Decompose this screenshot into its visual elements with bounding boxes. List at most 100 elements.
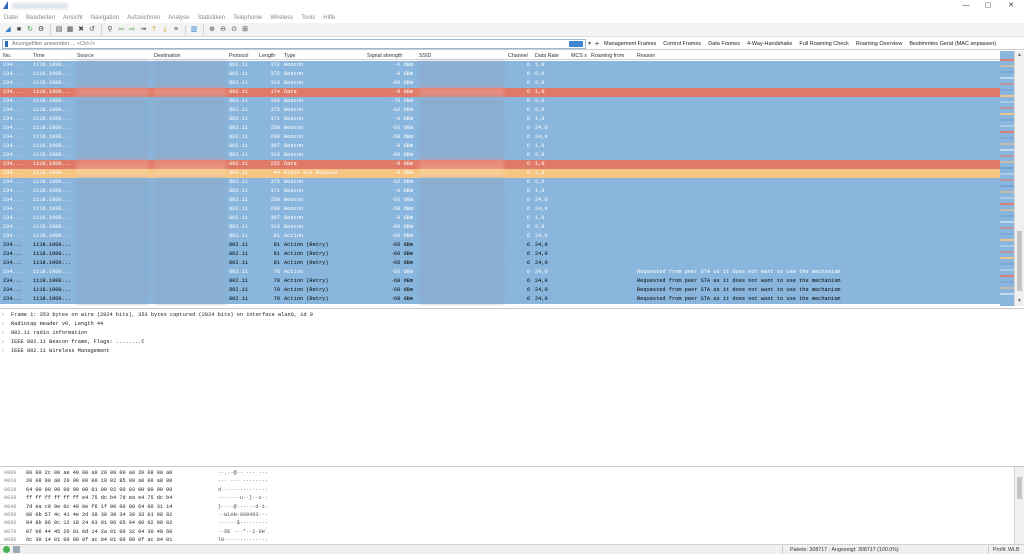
detail-tree-item[interactable]: › 802.11 radio information — [2, 329, 87, 338]
filter-button-control-frames[interactable]: Control Frames — [663, 41, 701, 47]
detail-tree-item[interactable]: › Radiotap Header v0, Length 44 — [2, 320, 103, 329]
bytes-scrollbar[interactable] — [1014, 467, 1024, 544]
packet-row[interactable]: 234... 1118.1000... 802.11 81 Action (Retry)… — [0, 250, 1000, 259]
add-filter-button[interactable]: + — [593, 39, 601, 49]
byte-ascii[interactable]: ··,··@·· ··· ··· — [218, 469, 268, 477]
close-button[interactable]: ✕ — [1003, 1, 1019, 11]
apply-filter-arrow-icon[interactable] — [569, 40, 583, 47]
close-file-icon[interactable]: ✖ — [76, 25, 86, 35]
bytes-scroll-thumb[interactable] — [1017, 477, 1022, 499]
packet-row[interactable]: 234... 1118.1000... 802.11 78 Action (Retry)… — [0, 277, 1000, 286]
expand-arrow-icon[interactable]: › — [2, 320, 11, 329]
packet-row[interactable]: 234... 1118.1000... 802.11 78 Action -66 dBm 6… — [0, 268, 1000, 277]
menu-datei[interactable]: Datei — [4, 15, 18, 21]
packet-list-scrollbar[interactable]: ▲ ▼ — [1014, 51, 1024, 306]
byte-ascii[interactable]: ······$········· — [218, 519, 268, 527]
menu-wireless[interactable]: Wireless — [270, 15, 293, 21]
packet-row[interactable]: 234... 1118.1000... 802.11 387 Beacon -0 dBm 6… — [0, 214, 1000, 223]
column-header-data-rate[interactable]: Data Rate — [535, 53, 569, 59]
column-header-channel[interactable]: Channel — [508, 53, 532, 59]
packet-row[interactable]: 234... 1118.1000... 802.11 371 Beacon -0 dBm 6… — [0, 187, 1000, 196]
byte-hex[interactable]: 00 0b 57 4c 41 4e 2d 39 30 38 34 39 33 0… — [26, 511, 172, 519]
capture-status-icon[interactable] — [3, 546, 10, 553]
column-header-no[interactable]: No. — [3, 53, 31, 59]
packet-row[interactable]: 234... 1118.1000... 802.11 375 Beacon -82 dBm… — [0, 178, 1000, 187]
options-gear-icon[interactable]: ⚙ — [36, 25, 46, 35]
zoom-in-icon[interactable]: ⊕ — [207, 25, 217, 35]
byte-ascii[interactable]: l0·············· — [218, 536, 268, 544]
packet-row[interactable]: 234... 1118.1000... 802.11 78 Action (Retry)… — [0, 286, 1000, 295]
column-header-ssid[interactable]: SSID — [419, 53, 504, 59]
go-to-packet-icon[interactable]: ⇥ — [138, 25, 148, 35]
profile-text[interactable]: Profil: WLB — [993, 547, 1020, 553]
stop-icon[interactable]: ■ — [14, 25, 24, 35]
column-header-signal-strength[interactable]: Signal strength — [367, 53, 415, 59]
packet-row[interactable]: 234... 1118.1000... 802.11 319 Beacon -66 dBm… — [0, 223, 1000, 232]
detail-tree-item[interactable]: › IEEE 802.11 Wireless Management — [2, 347, 110, 356]
filter-button-management-frames[interactable]: Management Frames — [604, 41, 656, 47]
expand-arrow-icon[interactable]: › — [2, 338, 11, 347]
filter-button-full-roaming-check[interactable]: Full Roaming Check — [799, 41, 849, 47]
byte-ascii[interactable]: ··DE ···*··2·0H` — [218, 528, 268, 536]
packet-row[interactable]: 234... 1118.1000... 802.11 371 Beacon -0 dBm 6… — [0, 115, 1000, 124]
byte-ascii[interactable]: ··· ··· ········ — [218, 477, 268, 485]
column-header-source[interactable]: Source — [77, 53, 152, 59]
resize-columns-icon[interactable]: ⊞ — [240, 25, 250, 35]
go-back-icon[interactable]: ⇦ — [116, 25, 126, 35]
packet-row[interactable]: 234... 1118.1000... 802.11 81 Action -66 dBm 6… — [0, 232, 1000, 241]
colorize-icon[interactable]: ▥ — [189, 25, 199, 35]
packet-row[interactable]: 234... 1118.1000... 802.11 375 Beacon -0 dBm 6… — [0, 70, 1000, 79]
byte-hex[interactable]: ff ff ff ff ff ff e4 75 dc b4 7d ea e4 7… — [26, 494, 172, 502]
detail-tree-item[interactable]: › Frame 1: 353 bytes on wire (2824 bits),… — [2, 311, 313, 320]
packet-row[interactable]: 234... 1118.1000... 802.11 328 Beacon -75 dBm… — [0, 97, 1000, 106]
column-header-time[interactable]: Time — [33, 53, 75, 59]
edit-comment-icon[interactable] — [13, 546, 20, 553]
column-header-reason[interactable]: Reason — [637, 53, 997, 59]
menu-aufzeichnen[interactable]: Aufzeichnen — [127, 15, 160, 21]
menu-navigation[interactable]: Navigation — [91, 15, 119, 21]
byte-hex[interactable]: 00 00 2c 00 ae 40 00 a0 20 08 00 a0 20 0… — [26, 469, 172, 477]
packet-minimap[interactable] — [1000, 51, 1014, 306]
column-header-mcs-x[interactable]: MCS x — [571, 53, 589, 59]
packet-row[interactable]: 234... 1118.1000... 802.11 81 Action (Retry)… — [0, 259, 1000, 268]
packet-row[interactable]: 234... 1118.1000... 802.11 319 Beacon -66 dBm… — [0, 79, 1000, 88]
packet-row[interactable]: 234... 1118.1000... 802.11 252 Data -0 dBm 6 1,… — [0, 160, 1000, 169]
byte-hex[interactable]: 20 08 00 a0 20 08 00 00 10 02 85 09 a0 0… — [26, 477, 172, 485]
expand-arrow-icon[interactable]: › — [2, 329, 11, 338]
autoscroll-icon[interactable]: ≡ — [171, 25, 181, 35]
column-header-length[interactable]: Length — [259, 53, 282, 59]
filter-button-4-way-handshake[interactable]: 4-Way-Handshake — [747, 41, 792, 47]
byte-hex[interactable]: 84 8b 96 0c 12 18 24 03 01 06 05 04 00 0… — [26, 519, 172, 527]
column-header-destination[interactable]: Destination — [154, 53, 227, 59]
byte-ascii[interactable]: ··WLAN-908493··· — [218, 511, 268, 519]
menu-hilfe[interactable]: Hilfe — [323, 15, 335, 21]
packet-row[interactable]: 234... 1118.1000... 802.11 78 Action (Retry)… — [0, 295, 1000, 304]
byte-hex[interactable]: 07 06 44 45 20 01 0d 14 2a 01 00 32 04 3… — [26, 528, 172, 536]
column-header-type[interactable]: Type — [284, 53, 364, 59]
packet-row[interactable]: 234... 1118.1000... 802.11 81 Action (Retry)… — [0, 241, 1000, 250]
reload-icon[interactable]: ↺ — [87, 25, 97, 35]
menu-bearbeiten[interactable]: Bearbeiten — [26, 15, 55, 21]
display-filter-input[interactable] — [12, 39, 567, 48]
packet-row[interactable]: 234... 1118.1000... 802.11 298 Beacon -68 dBm… — [0, 205, 1000, 214]
zoom-out-icon[interactable]: ⊖ — [218, 25, 228, 35]
menu-statistiken[interactable]: Statistiken — [197, 15, 225, 21]
byte-hex[interactable]: 6c 30 14 01 00 00 0f ac 04 01 00 00 0f a… — [26, 536, 172, 544]
zoom-reset-icon[interactable]: ⊙ — [229, 25, 239, 35]
go-forward-icon[interactable]: ⇨ — [127, 25, 137, 35]
packet-row[interactable]: 234... 1118.1000... 802.11 387 Beacon -0 dBm 6… — [0, 142, 1000, 151]
menu-analyse[interactable]: Analyse — [168, 15, 189, 21]
column-header-protocol[interactable]: Protocol — [229, 53, 257, 59]
byte-hex[interactable]: 64 00 00 00 00 00 00 01 00 02 00 03 00 0… — [26, 486, 172, 494]
packet-row[interactable]: 234... 1118.1000... 802.11 375 Beacon -82 dBm… — [0, 106, 1000, 115]
filter-history-dropdown[interactable]: ▾ — [586, 39, 593, 49]
expand-arrow-icon[interactable]: › — [2, 311, 11, 320]
byte-ascii[interactable]: }····@······d·1· — [218, 503, 268, 511]
detail-tree-item[interactable]: › IEEE 802.11 Beacon frame, Flags: ......… — [2, 338, 145, 347]
find-icon[interactable]: ⚲ — [105, 25, 115, 35]
packet-row[interactable]: 234... 1118.1000... 802.11 298 Beacon -68 dBm… — [0, 133, 1000, 142]
filter-button-roaming-overview[interactable]: Roaming Overview — [856, 41, 902, 47]
restart-icon[interactable]: ↻ — [25, 25, 35, 35]
column-header-roaming-from[interactable]: Roaming from — [591, 53, 635, 59]
packet-row[interactable]: 234... 1118.1000... 802.11 372 Beacon -6 dBm 6… — [0, 61, 1000, 70]
